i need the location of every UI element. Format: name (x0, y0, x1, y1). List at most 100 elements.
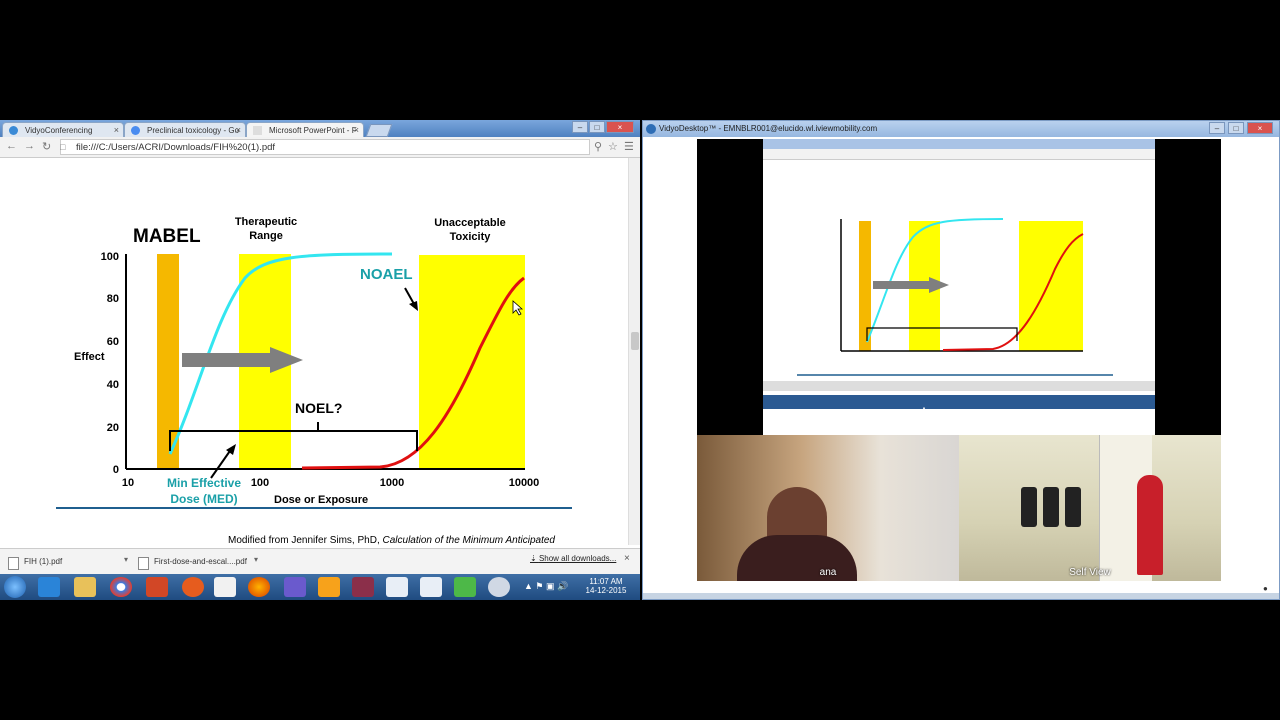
slide-canvas: 100 80 60 40 20 0 10 100 1000 10000 MABE… (56, 216, 572, 545)
shared-screen-feed[interactable]: acri (697, 139, 1221, 435)
show-all-downloads-link[interactable]: ⇣ Show all downloads... (530, 554, 616, 563)
x-tick-label: 1000 (380, 477, 404, 489)
zoom-icon[interactable]: ⚲ (594, 140, 602, 153)
noael-pointer-arrowhead-icon (409, 301, 418, 311)
tab-powerpoint-pdf[interactable]: Microsoft PowerPoint - F × (246, 122, 364, 137)
vidyo-favicon-icon (9, 126, 18, 135)
shared-screen-content (763, 139, 1155, 435)
pdf-file-icon (138, 557, 149, 570)
mabel-label: MABEL (133, 226, 201, 247)
min-effective-label: Min Effective (167, 476, 241, 490)
mini-slide-thumbnail (797, 218, 1113, 376)
x-tick-label: 100 (251, 477, 269, 489)
y-tick-label: 40 (107, 379, 119, 391)
vidyo-window: VidyoDesktop™ - EMNBLR001@elucido.wl.ivi… (642, 120, 1280, 600)
credit-text: Modified from Jennifer Sims, PhD, Calcul… (228, 535, 555, 545)
maximize-button[interactable]: □ (589, 121, 605, 133)
chair (1065, 487, 1081, 527)
lock-icon: ● (1263, 584, 1268, 593)
scrollbar-thumb[interactable] (631, 332, 639, 350)
forward-icon[interactable]: → (24, 140, 35, 152)
app-icon[interactable] (488, 577, 510, 597)
close-tab-icon[interactable]: × (354, 123, 359, 137)
close-downloads-icon[interactable]: × (624, 553, 630, 564)
noel-bracket (169, 430, 418, 451)
unacceptable-label: Unacceptable (434, 217, 506, 229)
tray-icons[interactable]: ▲ ⚑ ▣ 🔊 (524, 581, 568, 592)
tab-preclinical-toxicology[interactable]: Preclinical toxicology - Go × (124, 122, 246, 137)
video-stage: acri ana Self View (643, 137, 1279, 593)
chevron-down-icon[interactable]: ▾ (254, 555, 258, 564)
browser-window: VidyoConferencing × Preclinical toxicolo… (0, 120, 640, 600)
powerpoint-icon[interactable] (146, 577, 168, 597)
close-window-button[interactable]: × (1247, 122, 1273, 134)
media-player-icon[interactable] (214, 577, 236, 597)
app-icon[interactable] (318, 577, 340, 597)
minimize-button[interactable]: – (1209, 122, 1225, 134)
pdf-viewer: 100 80 60 40 20 0 10 100 1000 10000 MABE… (0, 158, 628, 545)
mabel-bar (157, 254, 179, 468)
taskbar: ▲ ⚑ ▣ 🔊 11:07 AM 14-12-2015 (0, 574, 640, 600)
y-tick-label: 0 (113, 464, 119, 476)
minimize-button[interactable]: – (572, 121, 588, 133)
new-tab-button[interactable] (365, 124, 393, 137)
reload-icon[interactable]: ↻ (42, 140, 51, 153)
tab-label: Microsoft PowerPoint - F (269, 126, 357, 135)
noael-pointer-line (404, 287, 415, 305)
x-tick-label: 10000 (509, 477, 540, 489)
self-view-video-feed[interactable]: Self View (959, 435, 1221, 581)
participant-video-feed[interactable]: ana (697, 435, 959, 581)
start-button-icon[interactable] (4, 576, 26, 598)
file-explorer-icon[interactable] (74, 577, 96, 597)
bookmark-star-icon[interactable]: ☆ (608, 140, 618, 153)
share-source-label: acri (897, 405, 927, 425)
firefox-icon[interactable] (248, 577, 270, 597)
y-tick-label: 20 (107, 422, 119, 434)
vidyo-title-bar: VidyoDesktop™ - EMNBLR001@elucido.wl.ivi… (643, 121, 1279, 137)
maximize-button[interactable]: □ (1228, 122, 1244, 134)
close-tab-icon[interactable]: × (236, 123, 241, 137)
download-item[interactable]: First-dose-and-escal....pdf (134, 552, 272, 572)
window-icon[interactable] (386, 577, 408, 597)
document-favicon-icon (253, 126, 262, 135)
clock-date: 14-12-2015 (585, 586, 627, 595)
vidyo-bottom-border (643, 593, 1279, 599)
vidyo-logo-icon (646, 124, 656, 134)
app-icon[interactable] (454, 577, 476, 597)
med-label: Dose (MED) (170, 492, 237, 506)
download-item[interactable]: FIH (1).pdf (4, 552, 142, 572)
chevron-down-icon[interactable]: ▾ (124, 555, 128, 564)
credit-prefix: Modified from Jennifer Sims, PhD, (228, 535, 383, 545)
page-icon: □ (60, 142, 66, 152)
clock[interactable]: 11:07 AM 14-12-2015 (584, 577, 628, 595)
app-icon[interactable] (284, 577, 306, 597)
self-view-label: Self View (1069, 567, 1111, 578)
close-window-button[interactable]: × (606, 121, 634, 133)
internet-explorer-icon[interactable] (38, 577, 60, 597)
pdf-file-icon (8, 557, 19, 570)
tab-label: Preclinical toxicology - Go (147, 126, 240, 135)
downloads-bar: FIH (1).pdf ▾ First-dose-and-escal....pd… (0, 548, 640, 575)
back-icon[interactable]: ← (6, 140, 17, 152)
edge-icon[interactable] (182, 577, 204, 597)
url-input[interactable]: file:///C:/Users/ACRI/Downloads/FIH%20(1… (60, 139, 590, 155)
vertical-scrollbar[interactable] (628, 158, 640, 545)
winrar-icon[interactable] (352, 577, 374, 597)
mini-taskbar (763, 395, 1155, 409)
tab-vidyoconferencing[interactable]: VidyoConferencing × (2, 122, 124, 137)
dose-axis-label: Dose or Exposure (274, 494, 368, 506)
y-tick-label: 100 (101, 251, 119, 263)
google-favicon-icon (131, 126, 140, 135)
chrome-icon[interactable] (110, 577, 132, 597)
range-label: Range (249, 230, 283, 242)
menu-icon[interactable]: ☰ (624, 140, 634, 153)
window-icon[interactable] (420, 577, 442, 597)
mini-tab-strip (763, 139, 1155, 149)
therapeutic-label: Therapeutic (235, 216, 297, 228)
chair (1021, 487, 1037, 527)
close-tab-icon[interactable]: × (114, 123, 119, 137)
tab-strip: VidyoConferencing × Preclinical toxicolo… (0, 120, 640, 137)
participant-name-label: ana (819, 567, 837, 578)
noael-label: NOAEL (360, 266, 413, 283)
x-tick-label: 10 (122, 477, 134, 489)
